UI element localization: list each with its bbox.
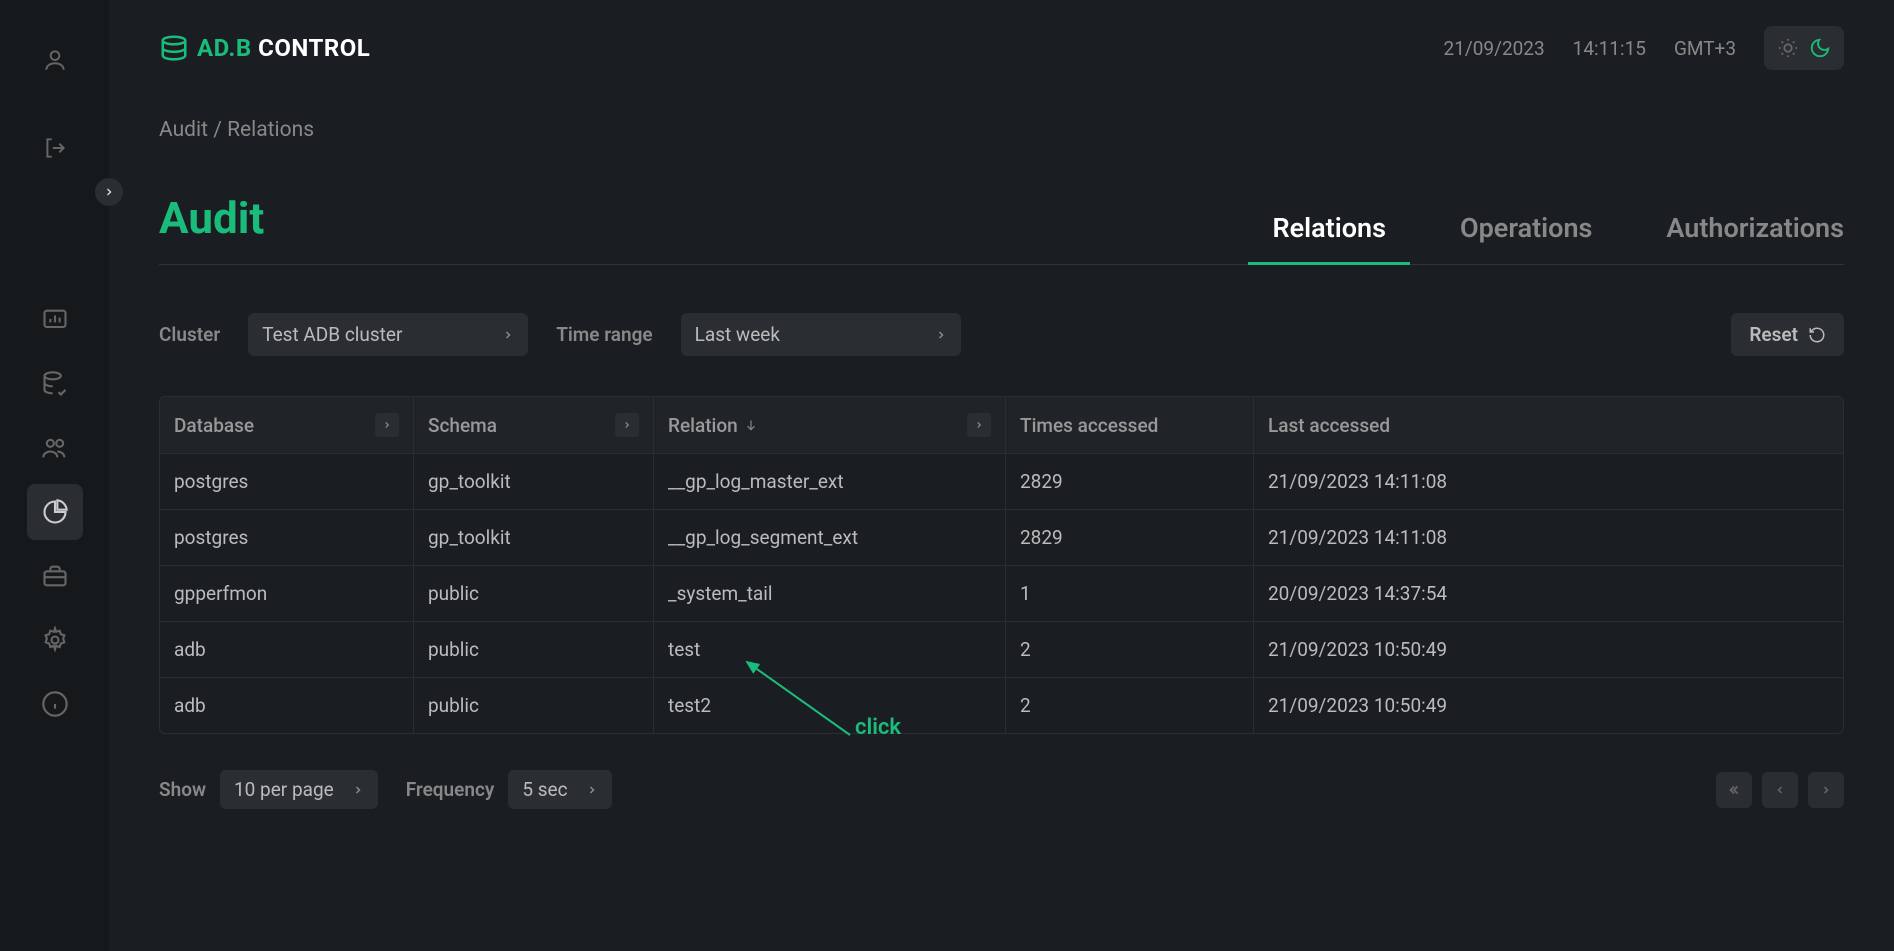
pager: Show 10 per page Frequency 5 sec — [159, 770, 1844, 809]
settings-icon[interactable] — [27, 612, 83, 668]
td-last: 21/09/2023 14:11:08 — [1254, 510, 1843, 565]
main-content: AD.B CONTROL 21/09/2023 14:11:15 GMT+3 A… — [109, 0, 1894, 951]
reset-button[interactable]: Reset — [1731, 313, 1844, 356]
breadcrumb-current: Relations — [227, 118, 314, 142]
perpage-value: 10 per page — [234, 778, 334, 801]
td-relation: _system_tail — [654, 566, 1006, 621]
user-icon[interactable] — [27, 32, 83, 88]
sort-arrow-icon — [744, 414, 758, 437]
audit-icon[interactable] — [27, 484, 83, 540]
sidebar-expand-button[interactable] — [95, 178, 123, 206]
th-times[interactable]: Times accessed — [1006, 397, 1254, 453]
database-check-icon[interactable] — [27, 356, 83, 412]
cluster-value: Test ADB cluster — [262, 323, 402, 346]
td-schema: public — [414, 566, 654, 621]
td-last: 20/09/2023 14:37:54 — [1254, 566, 1843, 621]
sidebar — [0, 0, 109, 951]
td-relation: __gp_log_segment_ext — [654, 510, 1006, 565]
timerange-label: Time range — [556, 323, 652, 346]
td-schema: gp_toolkit — [414, 454, 654, 509]
timerange-value: Last week — [695, 323, 780, 346]
refresh-icon — [1808, 326, 1826, 344]
page-header: Audit Relations Operations Authorization… — [159, 192, 1844, 265]
pager-prev-button[interactable] — [1762, 772, 1798, 808]
td-last: 21/09/2023 10:50:49 — [1254, 678, 1843, 733]
td-database: adb — [160, 678, 414, 733]
page-title: Audit — [159, 192, 264, 264]
freq-label: Frequency — [406, 778, 495, 801]
freq-value: 5 sec — [522, 778, 567, 801]
cluster-dropdown[interactable]: Test ADB cluster — [248, 313, 528, 356]
td-relation: test2 — [654, 678, 1006, 733]
freq-dropdown[interactable]: 5 sec — [508, 770, 611, 809]
table-row[interactable]: gpperfmonpublic_system_tail120/09/2023 1… — [160, 566, 1843, 622]
header: AD.B CONTROL 21/09/2023 14:11:15 GMT+3 — [159, 26, 1844, 70]
logo-icon — [159, 33, 189, 63]
td-schema: public — [414, 622, 654, 677]
th-schema: Schema — [414, 397, 654, 453]
tab-authorizations[interactable]: Authorizations — [1666, 212, 1844, 264]
td-times: 2829 — [1006, 454, 1254, 509]
breadcrumb: Audit / Relations — [159, 118, 1844, 142]
pager-next-button[interactable] — [1808, 772, 1844, 808]
logo-text-white: CONTROL — [252, 34, 371, 62]
td-times: 2 — [1006, 678, 1254, 733]
users-icon[interactable] — [27, 420, 83, 476]
table: Database Schema Relation Times accessed … — [159, 396, 1844, 734]
light-theme-button[interactable] — [1774, 34, 1802, 62]
tab-relations[interactable]: Relations — [1272, 212, 1386, 264]
chevron-right-icon — [352, 784, 364, 796]
perpage-dropdown[interactable]: 10 per page — [220, 770, 378, 809]
logo: AD.B CONTROL — [159, 33, 370, 63]
header-tz: GMT+3 — [1674, 37, 1736, 60]
pager-nav — [1716, 772, 1844, 808]
th-relation[interactable]: Relation — [654, 397, 1006, 453]
table-row[interactable]: postgresgp_toolkit__gp_log_segment_ext28… — [160, 510, 1843, 566]
td-times: 1 — [1006, 566, 1254, 621]
td-database: postgres — [160, 454, 414, 509]
chevron-right-icon — [586, 784, 598, 796]
briefcase-icon[interactable] — [27, 548, 83, 604]
tab-operations[interactable]: Operations — [1460, 212, 1592, 264]
th-last[interactable]: Last accessed — [1254, 397, 1843, 453]
chevron-right-icon — [502, 329, 514, 341]
header-date: 21/09/2023 — [1444, 37, 1545, 60]
td-last: 21/09/2023 10:50:49 — [1254, 622, 1843, 677]
th-database: Database — [160, 397, 414, 453]
info-icon[interactable] — [27, 676, 83, 732]
dashboard-icon[interactable] — [27, 292, 83, 348]
th-schema-filter[interactable] — [615, 413, 639, 437]
td-schema: gp_toolkit — [414, 510, 654, 565]
th-relation-filter[interactable] — [967, 413, 991, 437]
td-times: 2 — [1006, 622, 1254, 677]
td-database: gpperfmon — [160, 566, 414, 621]
cluster-label: Cluster — [159, 323, 220, 346]
td-last: 21/09/2023 14:11:08 — [1254, 454, 1843, 509]
filters: Cluster Test ADB cluster Time range Last… — [159, 313, 1844, 356]
table-row[interactable]: adbpublictest2221/09/2023 10:50:49 — [160, 678, 1843, 733]
td-database: adb — [160, 622, 414, 677]
logout-icon[interactable] — [27, 120, 83, 176]
theme-toggle — [1764, 26, 1844, 70]
td-times: 2829 — [1006, 510, 1254, 565]
chevron-right-icon — [935, 329, 947, 341]
dark-theme-button[interactable] — [1806, 34, 1834, 62]
logo-text-green: AD.B — [197, 34, 252, 62]
table-row[interactable]: postgresgp_toolkit__gp_log_master_ext282… — [160, 454, 1843, 510]
tabs: Relations Operations Authorizations — [1272, 212, 1844, 264]
timerange-dropdown[interactable]: Last week — [681, 313, 961, 356]
td-database: postgres — [160, 510, 414, 565]
reset-label: Reset — [1749, 323, 1798, 346]
table-row[interactable]: adbpublictest221/09/2023 10:50:49 — [160, 622, 1843, 678]
th-database-filter[interactable] — [375, 413, 399, 437]
table-header: Database Schema Relation Times accessed … — [160, 397, 1843, 454]
header-time: 14:11:15 — [1573, 37, 1646, 60]
td-relation: test — [654, 622, 1006, 677]
td-schema: public — [414, 678, 654, 733]
show-label: Show — [159, 778, 206, 801]
pager-first-button[interactable] — [1716, 772, 1752, 808]
td-relation: __gp_log_master_ext — [654, 454, 1006, 509]
breadcrumb-root[interactable]: Audit — [159, 118, 208, 142]
